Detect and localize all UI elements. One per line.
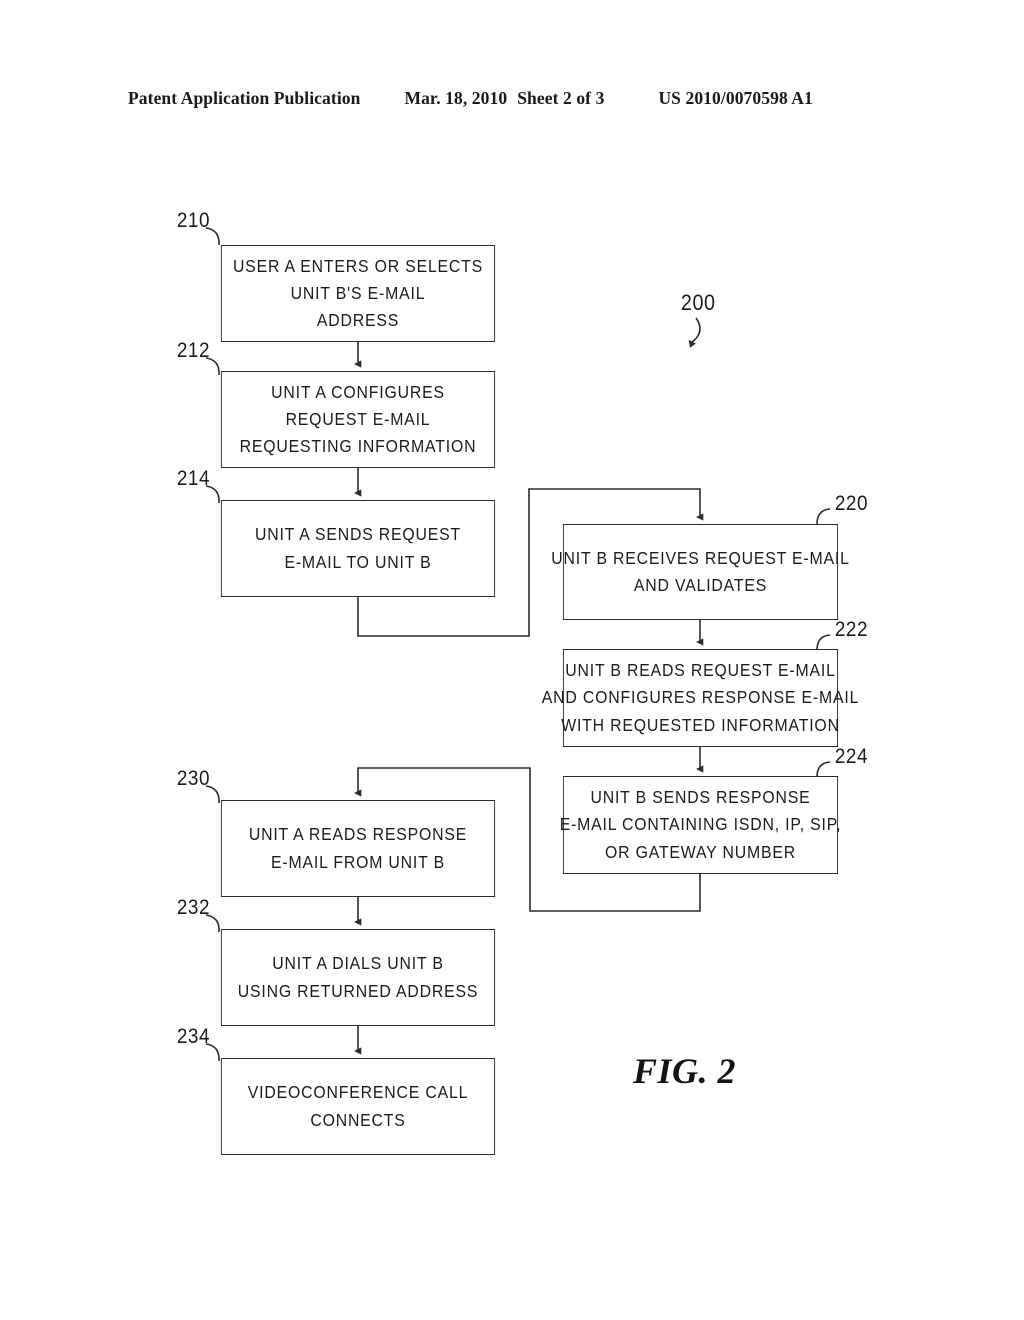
process-box-222-line-3: WITH REQUESTED INFORMATION	[561, 714, 840, 735]
process-box-222-line-2: AND CONFIGURES RESPONSE E-MAIL	[541, 687, 860, 708]
reference-numeral-230: 230	[176, 767, 211, 790]
reference-numeral-214: 214	[176, 467, 211, 490]
process-box-222-line-1: UNIT B READS REQUEST E-MAIL	[565, 660, 836, 681]
reference-numeral-212: 212	[176, 339, 211, 362]
reference-numeral-200: 200	[680, 290, 716, 315]
process-box-212-line-3: REQUESTING INFORMATION	[239, 436, 477, 457]
process-box-212[interactable]: UNIT A CONFIGURES REQUEST E-MAIL REQUEST…	[220, 371, 496, 468]
process-box-212-line-1: UNIT A CONFIGURES	[271, 381, 445, 402]
process-box-210[interactable]: USER A ENTERS OR SELECTS UNIT B'S E-MAIL…	[220, 245, 496, 342]
process-box-224-line-2: E-MAIL CONTAINING ISDN, IP, SIP,	[559, 814, 842, 835]
process-box-224[interactable]: UNIT B SENDS RESPONSE E-MAIL CONTAINING …	[560, 776, 840, 874]
process-box-214-line-2: E-MAIL TO UNIT B	[284, 551, 432, 572]
process-box-232-line-2: USING RETURNED ADDRESS	[237, 980, 479, 1001]
flowchart-connectors	[205, 227, 831, 1062]
process-box-230-line-2: E-MAIL FROM UNIT B	[271, 851, 445, 872]
process-box-210-line-1: USER A ENTERS OR SELECTS	[232, 255, 484, 276]
leader-220	[816, 508, 831, 525]
process-box-220-line-2: AND VALIDATES	[633, 575, 768, 595]
leader-200	[688, 317, 701, 348]
reference-numeral-232: 232	[176, 896, 211, 919]
figure-caption: FIG. 2	[633, 1051, 737, 1091]
process-box-234-line-2: CONNECTS	[310, 1109, 406, 1130]
process-box-220[interactable]: UNIT B RECEIVES REQUEST E-MAIL AND VALID…	[551, 524, 849, 620]
process-box-230[interactable]: UNIT A READS RESPONSE E-MAIL FROM UNIT B	[220, 800, 496, 897]
process-box-220-line-1: UNIT B RECEIVES REQUEST E-MAIL	[551, 547, 850, 568]
leader-224	[816, 761, 831, 778]
leader-222	[816, 634, 831, 651]
flowchart-figure: USER A ENTERS OR SELECTS UNIT B'S E-MAIL…	[0, 0, 1024, 1320]
process-box-210-line-3: ADDRESS	[316, 310, 400, 331]
process-box-224-line-3: OR GATEWAY NUMBER	[605, 841, 796, 862]
reference-numeral-234: 234	[176, 1025, 211, 1048]
process-box-214[interactable]: UNIT A SENDS REQUEST E-MAIL TO UNIT B	[220, 500, 496, 597]
reference-numeral-222: 222	[834, 618, 869, 641]
process-box-234[interactable]: VIDEOCONFERENCE CALL CONNECTS	[220, 1058, 496, 1155]
process-box-232-line-1: UNIT A DIALS UNIT B	[272, 953, 444, 974]
process-box-230-line-1: UNIT A READS RESPONSE	[248, 824, 468, 845]
process-box-212-line-2: REQUEST E-MAIL	[285, 408, 431, 429]
process-box-214-line-1: UNIT A SENDS REQUEST	[254, 524, 462, 545]
reference-numeral-224: 224	[834, 745, 869, 768]
process-box-232[interactable]: UNIT A DIALS UNIT B USING RETURNED ADDRE…	[220, 929, 496, 1026]
process-box-234-line-1: VIDEOCONFERENCE CALL	[247, 1082, 469, 1103]
process-box-222[interactable]: UNIT B READS REQUEST E-MAIL AND CONFIGUR…	[542, 649, 858, 747]
reference-numeral-210: 210	[176, 209, 211, 232]
process-box-210-line-2: UNIT B'S E-MAIL	[290, 282, 426, 303]
reference-numeral-220: 220	[834, 492, 869, 515]
process-box-224-line-1: UNIT B SENDS RESPONSE	[590, 787, 811, 808]
